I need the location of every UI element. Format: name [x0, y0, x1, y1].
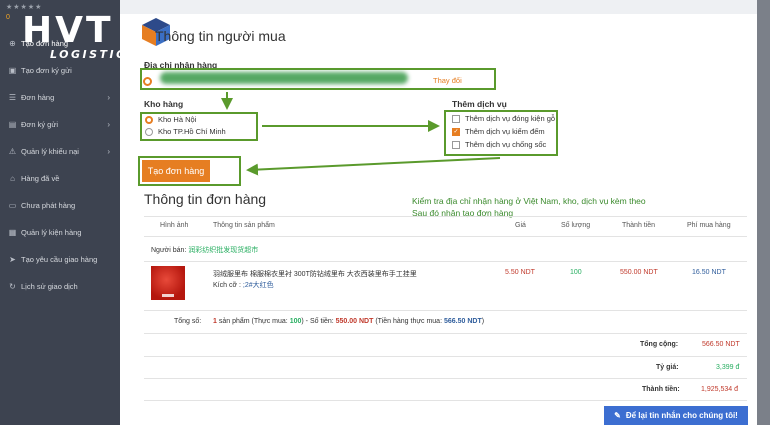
total-text: ) - Số tiền:: [301, 318, 334, 325]
annotation-arrows-icon: [221, 92, 501, 176]
rate-value: 3,399 đ: [716, 364, 740, 371]
sum-value: 566.50 NDT: [702, 341, 740, 348]
col-header-fee: Phí mua hàng: [687, 222, 731, 229]
seller-row: Người bán: 润彩纺织批发现货超市: [151, 245, 258, 255]
table-border: [144, 378, 747, 379]
annotation-note-line: Sau đó nhận tạo đơn hàng: [412, 208, 514, 218]
product-fee: 16.50 NDT: [692, 269, 726, 276]
size-value: ;2#大红色: [242, 282, 274, 289]
total-money: 550.00 NDT: [335, 318, 374, 325]
rate-label: Tỷ giá:: [656, 364, 679, 371]
table-border: [144, 400, 747, 401]
product-qty: 100: [570, 269, 582, 276]
table-border: [144, 356, 747, 357]
total-text: ): [481, 318, 485, 325]
edit-icon: ✎: [614, 411, 621, 420]
product-amount: 550.00 NDT: [620, 269, 658, 276]
annotation-note-line: Kiểm tra địa chỉ nhận hàng ở Việt Nam, k…: [412, 196, 646, 206]
table-border: [144, 333, 747, 334]
seller-label: Người bán:: [151, 247, 187, 254]
total-qty: 100: [289, 318, 302, 325]
col-header-image: Hình ảnh: [160, 222, 189, 229]
product-price: 5.50 NDT: [505, 269, 535, 276]
total-summary: 1 sản phẩm (Thực mua: 100) - Số tiền: 55…: [213, 318, 484, 325]
total-count: 1: [213, 318, 217, 325]
total-text: sản phẩm (Thực mua:: [218, 318, 288, 325]
col-header-product: Thông tin sản phẩm: [213, 222, 275, 229]
product-size: Kích cỡ : ;2#大红色: [213, 280, 274, 290]
col-header-price: Giá: [515, 222, 526, 229]
table-border: [144, 216, 747, 217]
col-header-amount: Thành tiền: [622, 222, 656, 229]
product-name[interactable]: 羽绒服里布 棉服棉衣里衬 300T防钻绒里布 大衣西装里布手工挂里: [213, 269, 417, 279]
col-header-qty: Số lượng: [561, 222, 591, 229]
size-label: Kích cỡ :: [213, 282, 241, 289]
total-text: (Tiền hàng thực mua:: [375, 318, 443, 325]
sum-label: Tổng cộng:: [640, 341, 679, 348]
seller-name-link[interactable]: 润彩纺织批发现货超市: [188, 247, 258, 254]
table-border: [144, 236, 747, 237]
table-border: [144, 310, 747, 311]
order-section-title: Thông tin đơn hàng: [144, 191, 267, 207]
chat-button[interactable]: ✎ Để lại tin nhắn cho chúng tôi!: [604, 406, 748, 425]
final-value: 1,925,534 đ: [701, 386, 738, 393]
chat-label: Để lại tin nhắn cho chúng tôi!: [625, 411, 738, 420]
product-thumbnail[interactable]: [151, 266, 185, 300]
table-border: [144, 261, 747, 262]
total-label: Tổng số:: [174, 318, 202, 325]
total-actual: 566.50 NDT: [443, 318, 482, 325]
final-label: Thành tiền:: [642, 386, 680, 393]
